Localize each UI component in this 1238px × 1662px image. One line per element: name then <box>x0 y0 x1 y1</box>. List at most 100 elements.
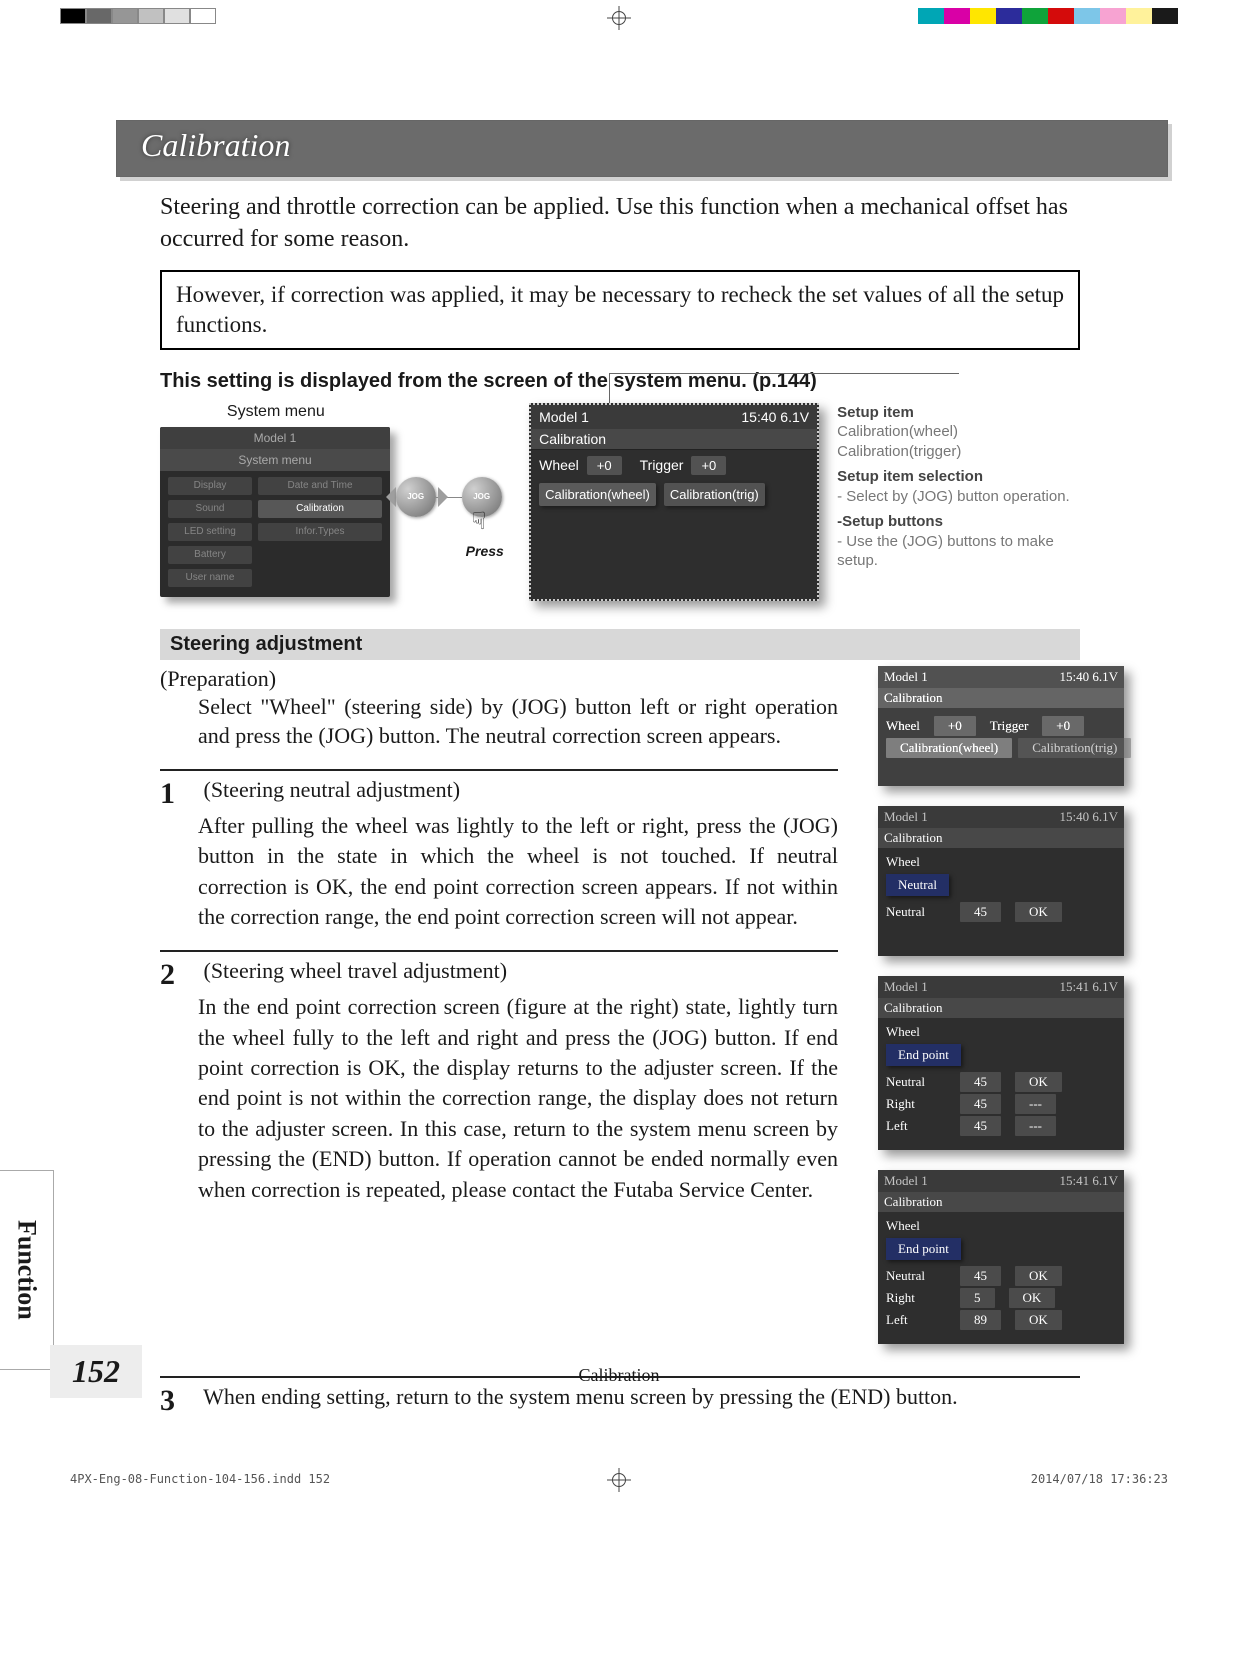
mini1-btn-trig[interactable]: Calibration(trig) <box>1018 738 1131 758</box>
step-1-text: After pulling the wheel was lightly to t… <box>198 811 838 932</box>
row-val: 45 <box>960 1072 1001 1092</box>
page-content: Calibration Steering and throttle correc… <box>0 40 1238 1458</box>
arrow-right-icon <box>438 487 448 507</box>
intro-text: Steering and throttle correction can be … <box>160 191 1080 256</box>
row-label: Left <box>886 1118 946 1134</box>
preparation-label: (Preparation) <box>160 666 838 692</box>
row-label: Neutral <box>886 1074 946 1090</box>
diagram-row: System menu Model 1 System menu Display … <box>160 403 1080 601</box>
setup-item-heading: Setup item <box>837 403 1080 423</box>
sysmenu-item: Infor.Types <box>258 523 382 541</box>
note-box: However, if correction was applied, it m… <box>160 270 1080 350</box>
mini3-sub: Calibration <box>878 998 1124 1018</box>
mini3-model: Model 1 <box>884 979 928 995</box>
print-marks-top <box>0 0 1238 40</box>
screen-sub: Calibration <box>531 429 817 450</box>
mini1-trig: Trigger <box>990 718 1029 734</box>
color-strip <box>918 8 1178 24</box>
leader-line <box>609 373 610 403</box>
sysmenu-item: User name <box>168 569 252 587</box>
indd-filename: 4PX-Eng-08-Function-104-156.indd 152 <box>70 1472 330 1486</box>
setup-item-trigger: Calibration(trigger) <box>837 443 961 460</box>
mini1-trig-val: +0 <box>1042 716 1084 736</box>
row-val: 5 <box>960 1288 995 1308</box>
leader-line <box>609 373 959 374</box>
step-1-title: (Steering neutral adjustment) <box>204 777 461 802</box>
trigger-label: Trigger <box>640 457 684 473</box>
row-ok: OK <box>1015 1072 1062 1092</box>
mini-screen-3: Model 1 15:41 6.1V Calibration Wheel End… <box>878 976 1124 1150</box>
mini2-section: Wheel <box>886 854 1116 870</box>
row-dash: --- <box>1015 1094 1056 1114</box>
row-label: Right <box>886 1096 946 1112</box>
print-marks-bottom: 4PX-Eng-08-Function-104-156.indd 152 201… <box>0 1458 1238 1498</box>
jog-diagram: JOG JOG ☟ Press <box>400 403 521 583</box>
side-notes: Setup item Calibration(wheel) Calibratio… <box>837 403 1080 577</box>
row-val: 45 <box>960 1116 1001 1136</box>
mini3-time: 15:41 6.1V <box>1060 979 1119 995</box>
row-val: 45 <box>960 1266 1001 1286</box>
screen-time-voltage: 15:40 6.1V <box>741 409 809 425</box>
row-val: 89 <box>960 1310 1001 1330</box>
row-ok: OK <box>1009 1288 1056 1308</box>
setup-item-selection-heading: Setup item selection <box>837 467 1080 487</box>
row-label: Right <box>886 1290 946 1306</box>
row-label: Left <box>886 1312 946 1328</box>
step-2-number: 2 <box>160 958 198 992</box>
sysmenu-item: Sound <box>168 500 252 518</box>
footer-label: Calibration <box>579 1365 660 1386</box>
mini1-wheel: Wheel <box>886 718 920 734</box>
registration-mark-icon <box>607 1468 631 1492</box>
calibration-wheel-button[interactable]: Calibration(wheel) <box>539 483 656 506</box>
mini3-section: Wheel <box>886 1024 1116 1040</box>
mini1-sub: Calibration <box>878 688 1124 708</box>
row-ok: OK <box>1015 1310 1062 1330</box>
side-tab-function: Function <box>0 1170 54 1370</box>
row-dash: --- <box>1015 1116 1056 1136</box>
sysmenu-item-calibration[interactable]: Calibration <box>258 500 382 518</box>
page-number: 152 <box>50 1345 142 1398</box>
setup-buttons-heading: -Setup buttons <box>837 512 1080 532</box>
wheel-value: +0 <box>587 456 622 475</box>
indd-datetime: 2014/07/18 17:36:23 <box>1031 1472 1168 1486</box>
sysmenu-item: Display <box>168 477 252 495</box>
mini-screen-1: Model 1 15:40 6.1V Calibration Wheel +0 … <box>878 666 1124 786</box>
system-menu-label: System menu <box>160 403 392 421</box>
preparation-text: Select "Wheel" (steering side) by (JOG) … <box>198 692 838 751</box>
system-menu-wrap: System menu Model 1 System menu Display … <box>160 403 392 597</box>
step-3-number: 3 <box>160 1384 198 1418</box>
screen-model: Model 1 <box>539 409 589 425</box>
mini1-wheel-val: +0 <box>934 716 976 736</box>
page-title: Calibration <box>141 127 1143 164</box>
mini4-section: Wheel <box>886 1218 1116 1234</box>
press-label: Press <box>466 543 504 559</box>
setup-item-wheel: Calibration(wheel) <box>837 423 958 440</box>
hand-press-icon: ☟ <box>472 507 487 536</box>
mini4-time: 15:41 6.1V <box>1060 1173 1119 1189</box>
mini2-row-val: 45 <box>960 902 1001 922</box>
system-menu-screenshot: Model 1 System menu Display Date and Tim… <box>160 427 390 597</box>
sysmenu-item: LED setting <box>168 523 252 541</box>
title-bar: Calibration <box>116 120 1168 177</box>
wheel-label: Wheel <box>539 457 579 473</box>
step-1-number: 1 <box>160 777 198 811</box>
step-2-title: (Steering wheel travel adjustment) <box>204 958 508 983</box>
step-3-text: When ending setting, return to the syste… <box>203 1384 958 1409</box>
mini4-model: Model 1 <box>884 1173 928 1189</box>
row-val: 45 <box>960 1094 1001 1114</box>
row-ok: OK <box>1015 1266 1062 1286</box>
mini1-btn-wheel[interactable]: Calibration(wheel) <box>886 738 1012 758</box>
sysmenu-header: Model 1 <box>160 427 390 449</box>
calibration-trig-button[interactable]: Calibration(trig) <box>664 483 765 506</box>
mini1-model: Model 1 <box>884 669 928 685</box>
mini4-navy[interactable]: End point <box>886 1238 961 1260</box>
setup-item-selection-text: - Select by (JOG) button operation. <box>837 488 1070 505</box>
sysmenu-item: Battery <box>168 546 252 564</box>
calibration-screen: Model 1 15:40 6.1V Calibration Wheel +0 … <box>529 403 819 601</box>
mini4-sub: Calibration <box>878 1192 1124 1212</box>
mini2-navy[interactable]: Neutral <box>886 874 949 896</box>
mini3-navy[interactable]: End point <box>886 1044 961 1066</box>
mini2-time: 15:40 6.1V <box>1060 809 1119 825</box>
mini1-time: 15:40 6.1V <box>1060 669 1119 685</box>
mini-screen-2: Model 1 15:40 6.1V Calibration Wheel Neu… <box>878 806 1124 956</box>
